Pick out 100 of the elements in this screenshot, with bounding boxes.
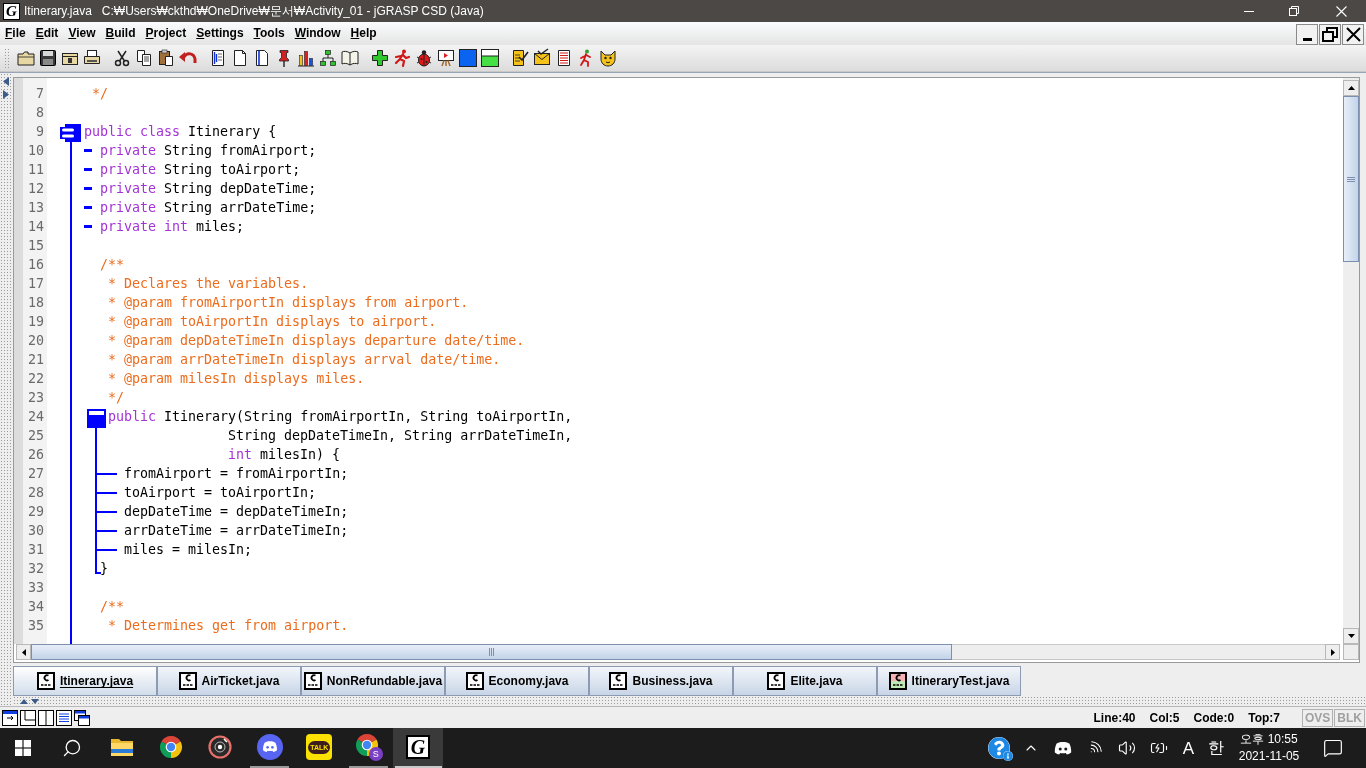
copy-icon[interactable] (134, 48, 154, 68)
triangle-left-icon[interactable] (3, 77, 9, 86)
code-line: int milesIn) { (228, 446, 341, 464)
branch-line (97, 492, 117, 494)
line-number: 20 (28, 332, 44, 350)
scrollbar-thumb[interactable] (31, 644, 952, 660)
easel-icon[interactable] (436, 48, 456, 68)
code-line: arrDateTime = arrDateTimeIn; (124, 522, 349, 540)
menu-item[interactable]: Build (100, 22, 141, 45)
file-icon (888, 672, 907, 690)
triangle-right-icon (1330, 648, 1335, 656)
class-icon (60, 124, 81, 142)
taskbar-app[interactable]: S (343, 728, 394, 768)
envelope-check-icon[interactable] (532, 48, 552, 68)
running-figure-icon[interactable] (392, 48, 412, 68)
app-logo: G (406, 735, 431, 759)
restore-button[interactable] (1319, 24, 1341, 45)
line-number: 8 (36, 104, 44, 122)
scrollbar-thumb[interactable] (1343, 96, 1359, 262)
half-filled-square-icon[interactable] (480, 48, 500, 68)
triangle-up-icon[interactable] (20, 698, 28, 704)
ladybug-icon[interactable] (414, 48, 434, 68)
code-line: private String fromAirport; (100, 142, 317, 160)
notification-icon[interactable] (1323, 738, 1343, 758)
plus-icon[interactable] (370, 48, 390, 68)
restore-icon (1288, 6, 1299, 16)
stacked-windows-icon[interactable] (74, 709, 90, 726)
field-marker-icon (84, 149, 92, 152)
branch-line (97, 530, 117, 532)
line-number: 21 (28, 351, 44, 369)
windows-logo-icon (15, 740, 31, 756)
code-line: * @param toAirportIn displays to airport. (108, 313, 437, 331)
volume-icon[interactable] (1118, 739, 1136, 757)
status-field: Top:7 (1248, 708, 1280, 727)
scroll-up-button[interactable] (1343, 80, 1359, 96)
clock-date[interactable]: 2021-11-05 (1238, 748, 1300, 765)
menu-item[interactable]: View (63, 22, 101, 45)
help-icon[interactable] (988, 737, 1010, 759)
menu-item[interactable]: Project (140, 22, 192, 45)
code-line: * @param depDateTimeIn displays departure date/time. (108, 332, 525, 350)
bar-chart-icon[interactable] (296, 48, 316, 68)
lines-icon[interactable] (56, 709, 72, 726)
close-button[interactable] (1342, 24, 1364, 45)
triangle-right-icon[interactable] (3, 90, 9, 99)
scroll-left-button[interactable] (16, 644, 31, 660)
controller-face-icon (256, 734, 283, 760)
field-marker-icon (84, 225, 92, 228)
code-line: } (100, 560, 108, 578)
taskbar-app[interactable]: G (393, 728, 443, 768)
triangle-left-icon (21, 648, 26, 656)
minimize-button[interactable] (1296, 24, 1318, 45)
layout-icon[interactable] (20, 709, 36, 726)
file-tab[interactable]: Economy.java (445, 666, 589, 696)
folder-icon[interactable] (16, 48, 36, 68)
filled-square-icon[interactable] (458, 48, 478, 68)
menu-item[interactable]: Help (345, 22, 382, 45)
cat-face-icon[interactable] (598, 48, 618, 68)
line-number: 7 (36, 85, 44, 103)
line-number: 15 (28, 237, 44, 255)
file-tab[interactable]: ItineraryTest.java (877, 666, 1021, 696)
line-number: 9 (36, 123, 44, 141)
menu-item[interactable]: Window (289, 22, 346, 45)
open-book-icon[interactable] (340, 48, 360, 68)
menu-item[interactable]: Tools (248, 22, 290, 45)
code-line: fromAirport = fromAirportIn; (124, 465, 349, 483)
code-line: */ (92, 85, 108, 103)
file-tab[interactable]: NonRefundable.java (301, 666, 445, 696)
file-tab[interactable]: Business.java (589, 666, 733, 696)
code-line: public class Itinerary { (84, 123, 277, 141)
line-number: 14 (28, 218, 44, 236)
file-icon (767, 672, 786, 690)
checklist-icon[interactable] (510, 48, 530, 68)
minimize-icon (1243, 10, 1254, 12)
code-line: * @param milesIn displays miles. (108, 370, 365, 388)
scroll-down-button[interactable] (1343, 628, 1359, 644)
clock-time[interactable]: 오후 10:55 (1240, 731, 1298, 748)
two-column-icon[interactable] (38, 709, 54, 726)
file-tab[interactable]: Elite.java (733, 666, 877, 696)
line-number: 22 (28, 370, 44, 388)
menu-item[interactable]: Settings (191, 22, 249, 45)
status-field: Col:5 (1149, 708, 1180, 727)
scroll-right-button[interactable] (1325, 644, 1340, 660)
controller-face-icon[interactable] (1054, 741, 1072, 755)
file-icon (609, 672, 628, 690)
input-mode-indicator[interactable]: A (1182, 739, 1195, 757)
input-mode-indicator[interactable]: 한 (1208, 740, 1224, 756)
hierarchy-icon[interactable] (318, 48, 338, 68)
branch-line (97, 549, 117, 551)
restore-icon (1322, 27, 1338, 42)
scissors-icon[interactable] (112, 48, 132, 68)
code-line: /** (100, 598, 125, 616)
file-tab[interactable]: Itinerary.java (13, 666, 157, 696)
code-line: toAirport = toAirportIn; (124, 484, 317, 502)
clipboard-icon[interactable] (156, 48, 176, 68)
menu-item[interactable]: File (0, 22, 31, 45)
triangle-down-icon[interactable] (31, 698, 39, 704)
line-number: 28 (28, 484, 44, 502)
field-marker-icon (84, 206, 92, 209)
file-tab[interactable]: AirTicket.java (157, 666, 301, 696)
menu-item[interactable]: Edit (30, 22, 64, 45)
